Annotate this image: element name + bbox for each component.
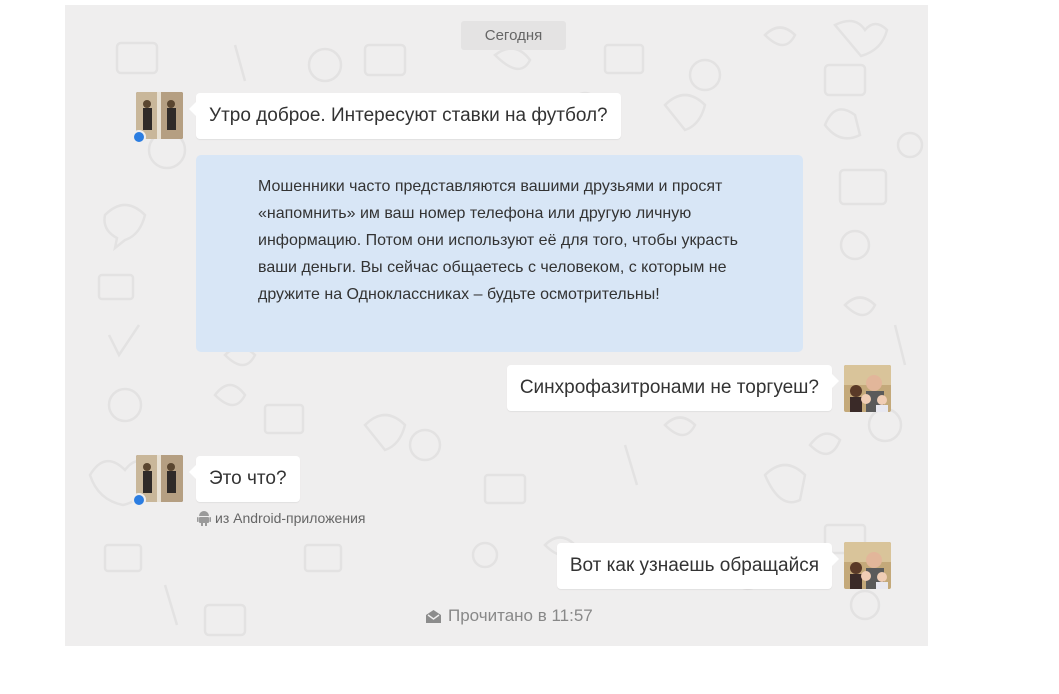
online-indicator <box>132 493 146 507</box>
message-source-label: из Android-приложения <box>215 510 366 526</box>
fraud-warning-panel: Мошенники часто представляются вашими др… <box>196 155 803 352</box>
date-divider: Сегодня <box>461 21 566 50</box>
online-indicator <box>132 130 146 144</box>
my-avatar[interactable] <box>844 365 891 412</box>
android-icon <box>197 511 211 526</box>
family-photo-icon <box>844 365 891 412</box>
message-outgoing: Вот как узнаешь обращайся <box>556 543 840 589</box>
read-status-label: Прочитано в 11:57 <box>448 606 593 625</box>
envelope-open-icon <box>426 610 441 623</box>
read-status: Прочитано в 11:57 <box>425 605 593 627</box>
message-source: из Android-приложения <box>197 509 365 527</box>
my-avatar[interactable] <box>844 542 891 589</box>
fraud-warning-text: Мошенники часто представляются вашими др… <box>258 178 738 303</box>
chat-area: Сегодня Утро доброе. Интересуют ставки н… <box>65 5 928 646</box>
message-outgoing: Синхрофазитронами не торгуеш? <box>506 365 840 411</box>
family-photo-icon <box>844 542 891 589</box>
message-incoming: Это что? <box>189 456 300 502</box>
message-incoming: Утро доброе. Интересуют ставки на футбол… <box>189 93 621 139</box>
